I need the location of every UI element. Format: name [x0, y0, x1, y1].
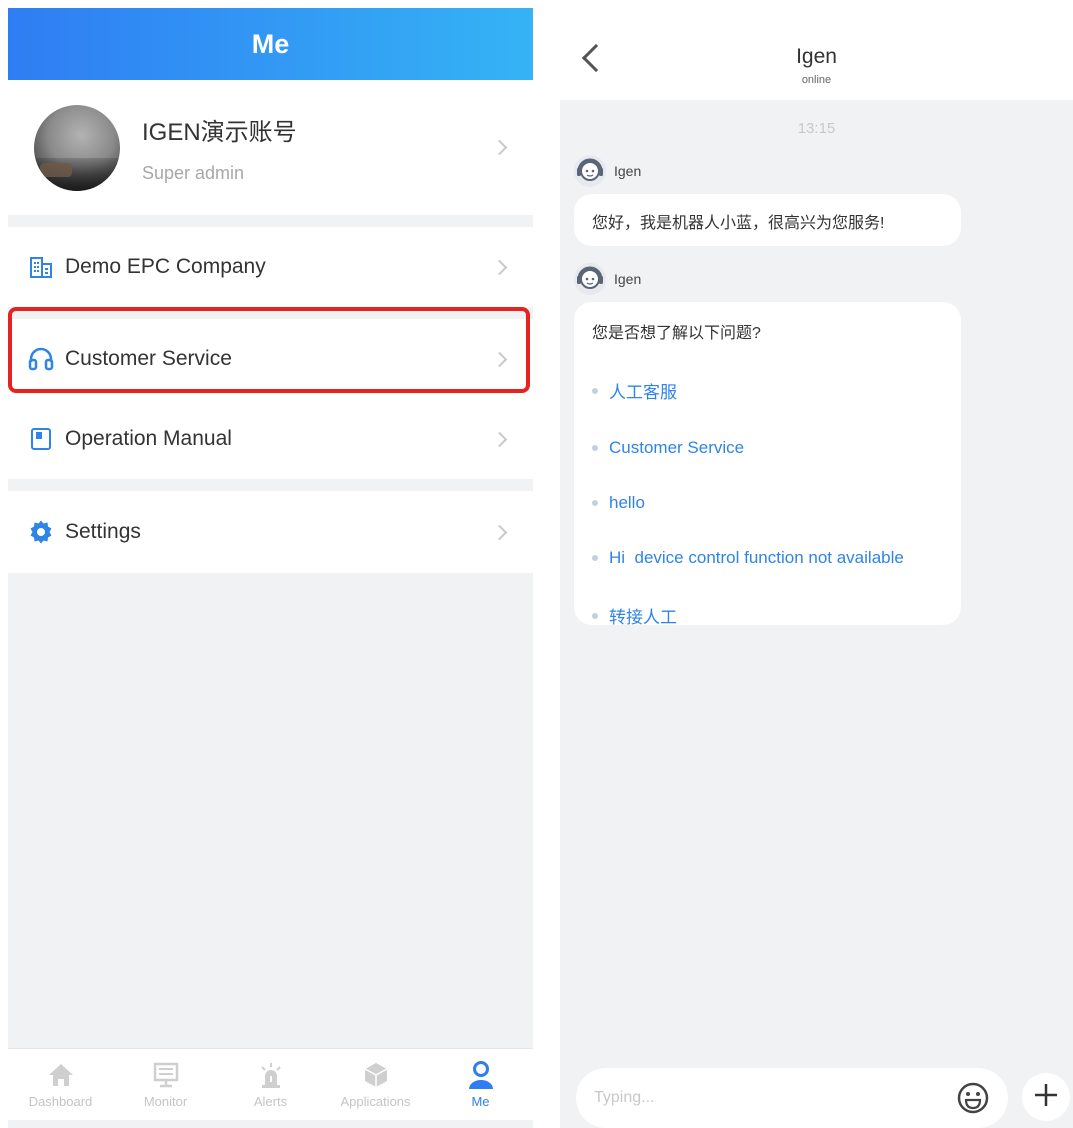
quick-reply-option[interactable]: Customer Service [592, 438, 961, 458]
bot-avatar-icon [573, 154, 607, 188]
quick-reply-label: Hi device control function not available [609, 548, 904, 567]
message-bubble: 您好，我是机器人小蓝，很高兴为您服务! [574, 194, 961, 246]
quick-reply-option[interactable]: 转接人工 [592, 603, 961, 628]
message-timestamp: 13:15 [797, 120, 836, 137]
tab-label: Dashboard [28, 1094, 93, 1109]
tab-applications[interactable]: Applications [323, 1049, 428, 1120]
profile-card[interactable]: IGEN演示账号 Super admin [8, 80, 533, 215]
bottom-tab-bar: Dashboard Monitor Alerts Applications Me [8, 1048, 533, 1120]
menu-item-settings[interactable]: Settings [8, 491, 533, 573]
profile-name: IGEN演示账号 [142, 118, 297, 146]
tab-monitor[interactable]: Monitor [113, 1049, 218, 1120]
sender-line: Igen [573, 262, 1073, 296]
gear-icon [28, 519, 54, 545]
chat-screen: Igen online 13:15 Igen 您好，我是机器人小蓝，很高兴为您服… [560, 0, 1073, 1128]
bullet-icon [592, 500, 598, 506]
tab-label: Me [471, 1094, 490, 1109]
tab-dashboard[interactable]: Dashboard [8, 1049, 113, 1120]
cube-icon [361, 1060, 391, 1090]
message-input-bar [576, 1068, 1008, 1128]
menu-label-operation-manual: Operation Manual [65, 427, 232, 450]
sender-name: Igen [614, 163, 642, 179]
tab-alerts[interactable]: Alerts [218, 1049, 323, 1120]
bullet-icon [592, 612, 598, 619]
me-header: Me [8, 8, 533, 80]
avatar[interactable] [34, 104, 120, 191]
quick-reply-label: 人工客服 [609, 383, 677, 402]
tab-label: Monitor [143, 1094, 188, 1109]
chevron-right-icon [491, 431, 508, 447]
message-text: 您是否想了解以下问题? [592, 325, 761, 342]
menu-item-customer-service[interactable]: Customer Service [8, 319, 533, 399]
quick-reply-option[interactable]: Hi device control function not available [592, 548, 961, 568]
message-input[interactable] [594, 1089, 934, 1107]
tab-label: Applications [340, 1094, 411, 1109]
emoji-icon[interactable] [956, 1081, 990, 1115]
quick-reply-option[interactable]: 人工客服 [592, 378, 961, 403]
quick-reply-label: hello [609, 493, 645, 512]
bullet-icon [592, 445, 598, 451]
chevron-right-icon [491, 524, 508, 540]
chat-status: online [801, 74, 832, 86]
headset-icon [28, 346, 54, 372]
sender-name: Igen [614, 271, 642, 287]
user-icon [466, 1060, 496, 1090]
menu-group-settings: Settings [8, 491, 533, 573]
plus-icon [1032, 1081, 1060, 1114]
menu-group-main: Demo EPC Company Customer Service Operat… [8, 227, 533, 479]
siren-icon [256, 1060, 286, 1090]
menu-label-customer-service: Customer Service [65, 347, 232, 370]
monitor-icon [151, 1060, 181, 1090]
menu-item-operation-manual[interactable]: Operation Manual [8, 399, 533, 479]
quick-reply-label: Customer Service [609, 438, 745, 457]
profile-role: Super admin [142, 162, 245, 183]
tab-me[interactable]: Me [428, 1049, 533, 1120]
quick-reply-label: 转接人工 [609, 608, 677, 627]
message-text: 您好，我是机器人小蓝，很高兴为您服务! [592, 215, 885, 232]
chevron-right-icon [491, 351, 508, 367]
add-attachment-button[interactable] [1022, 1073, 1070, 1121]
menu-item-company[interactable]: Demo EPC Company [8, 227, 533, 307]
page-title: Me [251, 28, 290, 59]
me-screen: Me IGEN演示账号 Super admin Demo EPC Company… [8, 8, 533, 1128]
bot-avatar-icon [573, 262, 607, 296]
sender-line: Igen [573, 154, 1073, 188]
chevron-right-icon [491, 259, 508, 275]
chevron-right-icon [491, 139, 508, 156]
quick-reply-option[interactable]: hello [592, 493, 961, 513]
menu-label-company: Demo EPC Company [65, 255, 266, 278]
bullet-icon [592, 387, 598, 394]
bullet-icon [592, 555, 598, 561]
building-icon [28, 254, 54, 280]
manual-icon [28, 426, 54, 452]
chat-header: Igen online [560, 0, 1073, 100]
message-bubble: 您是否想了解以下问题? 人工客服 Customer Service hello … [574, 302, 961, 628]
menu-label-settings: Settings [65, 520, 141, 543]
tab-label: Alerts [253, 1094, 288, 1109]
home-icon [46, 1060, 76, 1090]
chat-title: Igen [796, 45, 837, 68]
